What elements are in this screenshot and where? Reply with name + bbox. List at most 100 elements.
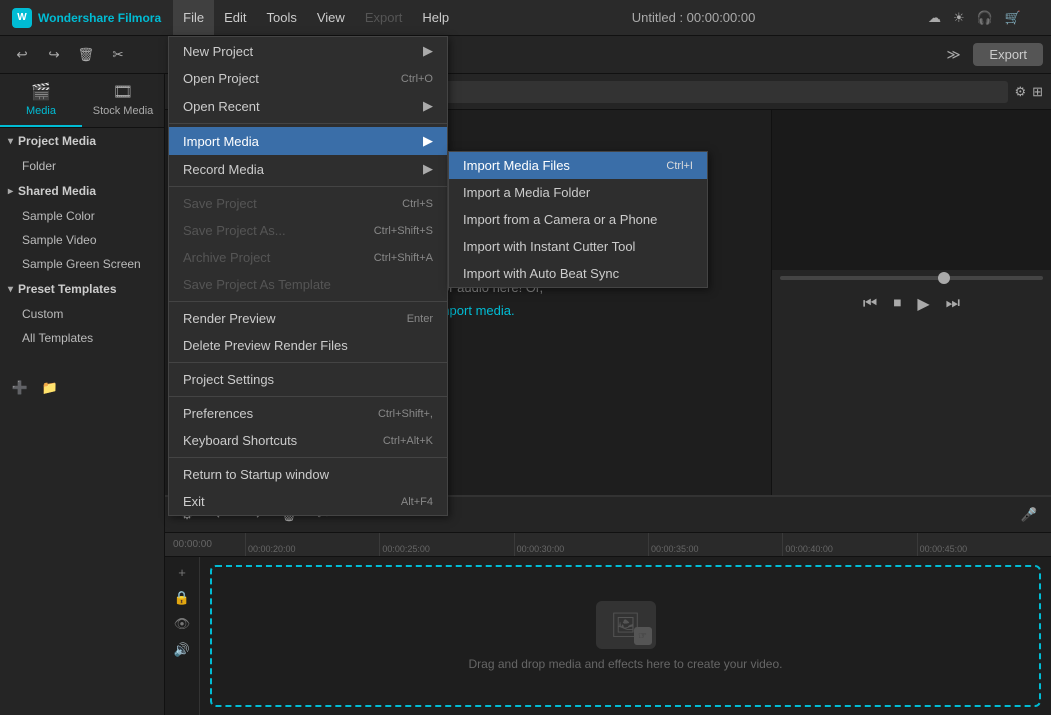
tab-stock-media[interactable]: 🎞 Stock Media [82,74,164,127]
toolbar: ↩ ↪ 🗑 ✂ ≫ Export [0,36,1051,74]
timeline-drop-text: Drag and drop media and effects here to … [469,657,783,671]
toolbar-expand[interactable]: ≫ [939,41,967,69]
panel-item-sample-video[interactable]: Sample Video [0,228,164,252]
scrubber[interactable] [780,276,1043,280]
drop-icon-cursor: ☞ [634,627,652,645]
sun-icon[interactable]: ☀ [953,10,965,26]
toolbar-cut[interactable]: ✂ [104,41,132,69]
section-shared-media[interactable]: ▸ Shared Media [0,178,164,204]
menu-preferences[interactable]: Preferences Ctrl+Shift+, [169,400,447,427]
separator-3 [169,301,447,302]
section-preset-templates[interactable]: ▾ Preset Templates [0,276,164,302]
grid-icon[interactable]: ⊞ [1032,84,1043,100]
headset-icon[interactable]: 🎧 [977,10,993,26]
tl-volume[interactable]: 🔊 [171,639,193,661]
menu-exit[interactable]: Exit Alt+F4 [169,488,447,515]
separator-6 [169,457,447,458]
filter-icon[interactable]: ⚙ [1014,84,1026,100]
timeline-content: + 🔒 👁 🔊 🖼 ☞ Drag and drop media and effe… [165,557,1051,715]
ruler-marks: 00:00:20:00 00:00:25:00 00:00:30:00 00:0… [245,533,1051,556]
separator-4 [169,362,447,363]
timeline-ruler: 00:00:00 00:00:20:00 00:00:25:00 00:00:3… [165,533,1051,557]
cloud-icon[interactable]: ☁ [928,10,941,26]
menu-save-project: Save Project Ctrl+S [169,190,447,217]
menu-archive-project: Archive Project Ctrl+Shift+A [169,244,447,271]
menu-open-project[interactable]: Open Project Ctrl+O [169,65,447,92]
menu-new-project[interactable]: New Project ▶ [169,37,447,65]
folder-icon[interactable]: 📁 [38,376,62,400]
new-project-arrow: ▶ [423,43,433,59]
panel-item-folder[interactable]: Folder [0,154,164,178]
left-panel: 🎬 Media 🎞 Stock Media ▾ Project Media Fo… [0,74,165,715]
timeline-drop-zone[interactable]: 🖼 ☞ Drag and drop media and effects here… [210,565,1041,707]
import-media-arrow: ▶ [423,133,433,149]
menu-record-media[interactable]: Record Media ▶ [169,155,447,183]
menu-edit[interactable]: Edit [214,0,256,35]
ruler-mark-4: 00:00:40:00 [782,533,916,556]
submenu-import-camera-phone[interactable]: Import from a Camera or a Phone [449,206,707,233]
ruler-mark-0: 00:00:20:00 [245,533,379,556]
panel-item-sample-color[interactable]: Sample Color [0,204,164,228]
play-btn[interactable]: ▶ [917,294,929,314]
stop-btn[interactable]: ⏹ [893,295,901,313]
menu-keyboard-shortcuts[interactable]: Keyboard Shortcuts Ctrl+Alt+K [169,427,447,454]
menu-render-preview[interactable]: Render Preview Enter [169,305,447,332]
ruler-mark-3: 00:00:35:00 [648,533,782,556]
menu-import-media[interactable]: Import Media ▶ [169,127,447,155]
toolbar-group-left: ↩ ↪ 🗑 ✂ [8,41,132,69]
toolbar-delete[interactable]: 🗑 [72,41,100,69]
tl-add-track[interactable]: + [171,561,193,583]
tab-media[interactable]: 🎬 Media [0,74,82,127]
scrubber-thumb [938,272,950,284]
menu-file[interactable]: File [173,0,214,35]
timeline-left-icons: + 🔒 👁 🔊 [165,557,200,715]
panel-item-sample-green-screen[interactable]: Sample Green Screen [0,252,164,276]
add-media-icon[interactable]: ➕ [8,376,32,400]
section-project-media[interactable]: ▾ Project Media [0,128,164,154]
menu-project-settings[interactable]: Project Settings [169,366,447,393]
timeline: ⚙ ↩ ↪ 🗑 ✂ 🎤 00:00:00 00:00:20:00 00:00:2… [165,495,1051,715]
menu-delete-render[interactable]: Delete Preview Render Files [169,332,447,359]
menu-view[interactable]: View [307,0,355,35]
window-title: Untitled : 00:00:00:00 [459,10,928,25]
record-media-arrow: ▶ [423,161,433,177]
menu-return-startup[interactable]: Return to Startup window [169,461,447,488]
submenu-import-media-folder[interactable]: Import a Media Folder [449,179,707,206]
media-tab-icon: 🎬 [31,82,51,102]
panel-item-custom[interactable]: Custom [0,302,164,326]
ruler-mark-5: 00:00:45:00 [917,533,1051,556]
submenu-import-media-files[interactable]: Import Media Files Ctrl+I [449,152,707,179]
timeline-time-zero: 00:00:00 [173,539,253,550]
separator-2 [169,186,447,187]
toolbar-redo[interactable]: ↪ [40,41,68,69]
timeline-tracks[interactable]: 🖼 ☞ Drag and drop media and effects here… [200,557,1051,715]
import-submenu: Import Media Files Ctrl+I Import a Media… [448,151,708,288]
menu-open-recent[interactable]: Open Recent ▶ [169,92,447,120]
ruler-mark-1: 00:00:25:00 [379,533,513,556]
drop-media-icon: 🖼 ☞ [596,601,656,649]
menu-help[interactable]: Help [412,0,459,35]
preview-panel: ⏮ ⏹ ▶ ⏭ [771,110,1051,495]
timeline-mic[interactable]: 🎤 [1015,501,1043,529]
stock-media-tab-icon: 🎞 [113,82,133,102]
next-frame-btn[interactable]: ⏭ [946,295,960,313]
submenu-import-auto-beat-sync[interactable]: Import with Auto Beat Sync [449,260,707,287]
file-menu-dropdown: New Project ▶ Open Project Ctrl+O Open R… [168,36,448,516]
ruler-mark-2: 00:00:30:00 [514,533,648,556]
open-recent-arrow: ▶ [423,98,433,114]
panel-item-all-templates[interactable]: All Templates [0,326,164,350]
cart-icon[interactable]: 🛒 [1005,10,1021,26]
toolbar-undo[interactable]: ↩ [8,41,36,69]
submenu-import-instant-cutter[interactable]: Import with Instant Cutter Tool [449,233,707,260]
arrow-shared-media: ▸ [8,186,13,197]
menu-export[interactable]: Export [355,0,413,35]
menu-tools[interactable]: Tools [257,0,307,35]
app-name: Wondershare Filmora [38,11,161,25]
menu-bar: File Edit Tools View Export Help [173,0,459,35]
separator-5 [169,396,447,397]
app-logo-icon: W [12,8,32,28]
tl-eye[interactable]: 👁 [171,613,193,635]
tl-lock[interactable]: 🔒 [171,587,193,609]
export-button[interactable]: Export [973,43,1043,66]
prev-frame-btn[interactable]: ⏮ [863,295,877,313]
